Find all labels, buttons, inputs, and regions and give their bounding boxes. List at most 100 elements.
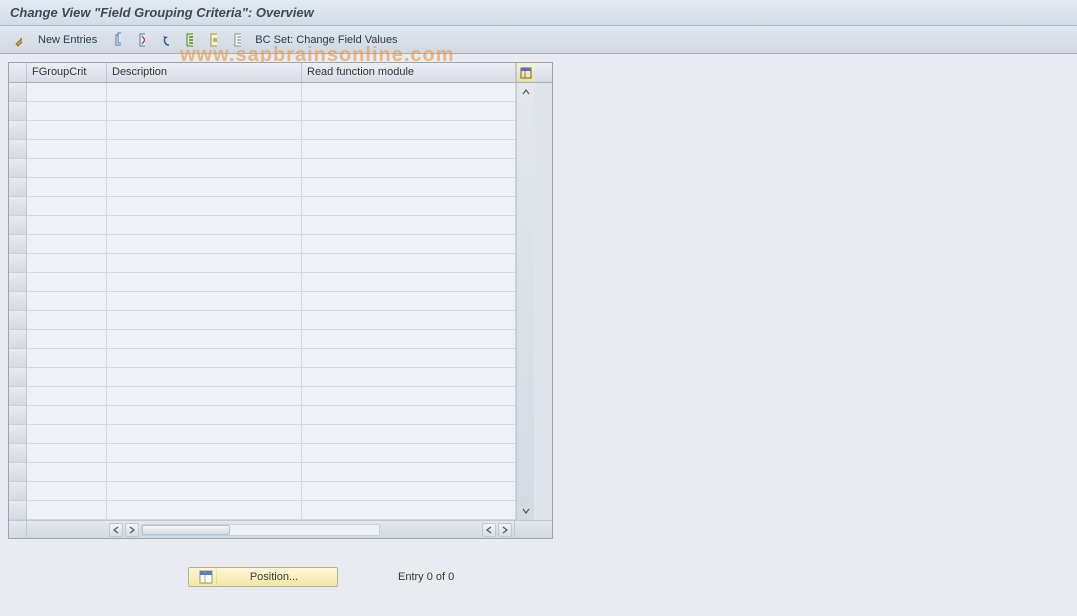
cell-fgroupcrit[interactable] [27,159,107,178]
cell-fgroupcrit[interactable] [27,121,107,140]
cell-fgroupcrit[interactable] [27,444,107,463]
hscroll-1[interactable] [107,523,382,537]
scroll-down-button[interactable] [519,504,533,518]
cell-description[interactable] [107,140,302,159]
row-selector[interactable] [9,292,27,311]
cell-fgroupcrit[interactable] [27,197,107,216]
row-selector[interactable] [9,140,27,159]
column-header-description[interactable]: Description [107,63,302,82]
cell-read-fm[interactable] [302,216,516,235]
cell-description[interactable] [107,425,302,444]
cell-read-fm[interactable] [302,140,516,159]
deselect-all-button[interactable] [227,30,247,50]
hscroll1-right-button[interactable] [125,523,139,537]
cell-read-fm[interactable] [302,368,516,387]
cell-description[interactable] [107,197,302,216]
cell-description[interactable] [107,311,302,330]
cell-description[interactable] [107,501,302,520]
cell-description[interactable] [107,121,302,140]
row-selector[interactable] [9,102,27,121]
cell-read-fm[interactable] [302,273,516,292]
cell-description[interactable] [107,463,302,482]
configure-columns-button[interactable] [516,63,534,82]
cell-read-fm[interactable] [302,159,516,178]
column-header-fgroupcrit[interactable]: FGroupCrit [27,63,107,82]
cell-fgroupcrit[interactable] [27,368,107,387]
hscroll-2[interactable] [382,523,514,537]
row-selector[interactable] [9,178,27,197]
cell-description[interactable] [107,368,302,387]
cell-fgroupcrit[interactable] [27,387,107,406]
row-selector[interactable] [9,463,27,482]
cell-description[interactable] [107,482,302,501]
cell-read-fm[interactable] [302,463,516,482]
cell-description[interactable] [107,216,302,235]
cell-read-fm[interactable] [302,387,516,406]
cell-read-fm[interactable] [302,501,516,520]
cell-fgroupcrit[interactable] [27,463,107,482]
new-entries-button[interactable]: New Entries [32,30,103,50]
undo-change-button[interactable] [155,30,175,50]
cell-description[interactable] [107,444,302,463]
grid-select-all-corner[interactable] [9,63,27,82]
cell-fgroupcrit[interactable] [27,406,107,425]
cell-description[interactable] [107,235,302,254]
cell-read-fm[interactable] [302,444,516,463]
cell-fgroupcrit[interactable] [27,292,107,311]
cell-read-fm[interactable] [302,197,516,216]
copy-as-button[interactable] [107,30,127,50]
row-selector[interactable] [9,159,27,178]
cell-description[interactable] [107,349,302,368]
column-header-read-fm[interactable]: Read function module [302,63,516,82]
hscroll1-track[interactable] [141,524,380,536]
cell-fgroupcrit[interactable] [27,311,107,330]
cell-read-fm[interactable] [302,102,516,121]
row-selector[interactable] [9,406,27,425]
row-selector[interactable] [9,482,27,501]
cell-read-fm[interactable] [302,235,516,254]
row-selector[interactable] [9,349,27,368]
cell-description[interactable] [107,178,302,197]
cell-description[interactable] [107,102,302,121]
cell-read-fm[interactable] [302,482,516,501]
cell-read-fm[interactable] [302,83,516,102]
cell-fgroupcrit[interactable] [27,482,107,501]
cell-read-fm[interactable] [302,406,516,425]
delete-button[interactable] [131,30,151,50]
hscroll2-left-button[interactable] [482,523,496,537]
cell-fgroupcrit[interactable] [27,501,107,520]
select-block-button[interactable] [203,30,223,50]
cell-description[interactable] [107,406,302,425]
hscroll1-thumb[interactable] [142,525,230,535]
toggle-display-change-button[interactable] [8,30,28,50]
scroll-up-button[interactable] [519,85,533,99]
vertical-scrollbar[interactable] [516,83,534,520]
cell-description[interactable] [107,273,302,292]
row-selector[interactable] [9,311,27,330]
row-selector[interactable] [9,501,27,520]
cell-description[interactable] [107,387,302,406]
cell-fgroupcrit[interactable] [27,216,107,235]
row-selector[interactable] [9,387,27,406]
cell-description[interactable] [107,330,302,349]
cell-read-fm[interactable] [302,292,516,311]
row-selector[interactable] [9,254,27,273]
cell-fgroupcrit[interactable] [27,273,107,292]
select-all-button[interactable] [179,30,199,50]
position-button[interactable]: Position... [188,567,338,587]
row-selector[interactable] [9,368,27,387]
row-selector[interactable] [9,425,27,444]
row-selector[interactable] [9,83,27,102]
cell-fgroupcrit[interactable] [27,178,107,197]
cell-fgroupcrit[interactable] [27,425,107,444]
row-selector[interactable] [9,444,27,463]
cell-description[interactable] [107,159,302,178]
cell-read-fm[interactable] [302,425,516,444]
cell-fgroupcrit[interactable] [27,330,107,349]
cell-read-fm[interactable] [302,121,516,140]
cell-fgroupcrit[interactable] [27,140,107,159]
row-selector[interactable] [9,197,27,216]
cell-read-fm[interactable] [302,178,516,197]
cell-read-fm[interactable] [302,254,516,273]
cell-fgroupcrit[interactable] [27,235,107,254]
